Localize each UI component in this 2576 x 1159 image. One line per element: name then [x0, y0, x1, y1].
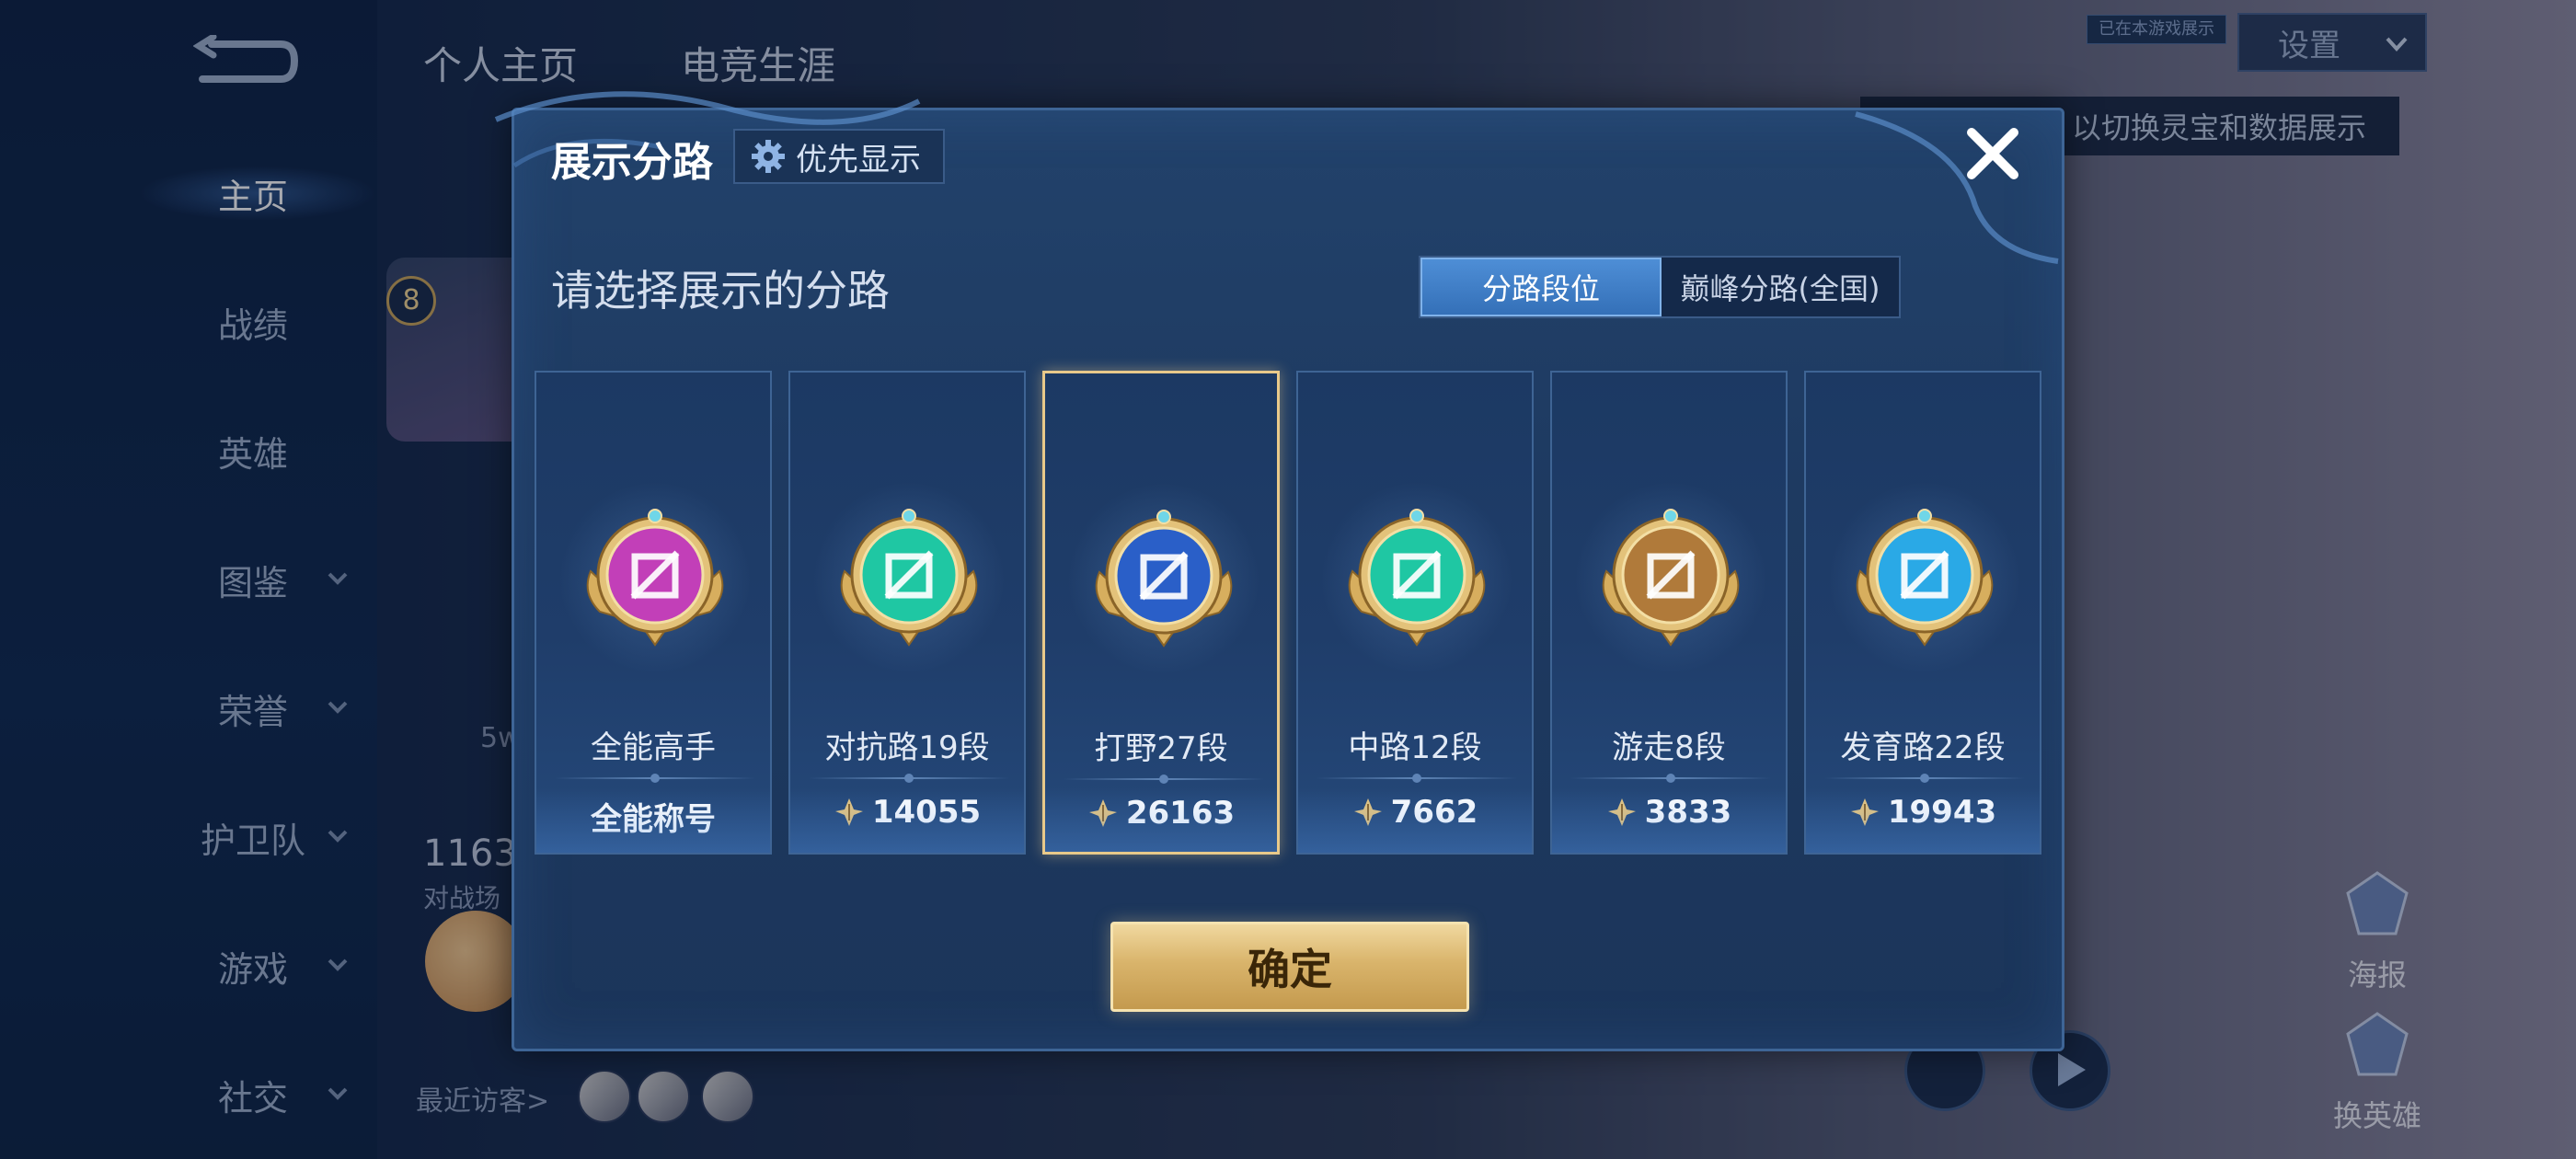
- divider-dot: [650, 774, 660, 783]
- divider-dot: [1412, 774, 1421, 783]
- divider-dot: [1666, 774, 1675, 783]
- tab-lane-rank[interactable]: 分路段位: [1420, 258, 1662, 316]
- card-bottom-glow: [1806, 788, 2040, 853]
- close-icon[interactable]: [1961, 121, 2025, 186]
- clash-lane-emblem-icon: [840, 509, 978, 647]
- farm-lane-emblem-icon: [1856, 509, 1994, 647]
- card-bottom-glow: [790, 788, 1024, 853]
- lane-display-dialog: 展示分路 优先显示 请选择展示的分路 分路段位 巅峰分路(全国) 全能高手全能称…: [494, 91, 2064, 1051]
- all-round-emblem-icon: [586, 509, 724, 647]
- lane-card-title: 全能高手: [591, 729, 716, 766]
- lane-card[interactable]: 中路12段7662: [1296, 371, 1534, 855]
- priority-display-label: 优先显示: [796, 141, 921, 178]
- tab-peak-lane[interactable]: 巅峰分路(全国): [1662, 258, 1899, 316]
- lane-card[interactable]: 发育路22段19943: [1804, 371, 2041, 855]
- lane-card[interactable]: 全能高手全能称号: [535, 371, 772, 855]
- divider-dot: [1159, 775, 1168, 784]
- lane-card-list: 全能高手全能称号对抗路19段14055打野27段26163中路12段7662游走…: [535, 371, 2043, 856]
- card-bottom-glow: [1552, 788, 1786, 853]
- card-bottom-glow: [536, 788, 770, 853]
- lane-tabs: 分路段位 巅峰分路(全国): [1419, 256, 1901, 318]
- lane-card[interactable]: 对抗路19段14055: [788, 371, 1026, 855]
- roam-emblem-icon: [1602, 509, 1740, 647]
- lane-card-title: 对抗路19段: [824, 729, 990, 766]
- card-bottom-glow: [1298, 788, 1532, 853]
- lane-card-title: 发育路22段: [1840, 729, 2006, 766]
- jungle-emblem-icon: [1095, 510, 1233, 648]
- lane-card[interactable]: 打野27段26163: [1042, 371, 1280, 855]
- lane-card-title: 游走8段: [1612, 729, 1726, 766]
- priority-display-button[interactable]: 优先显示: [733, 129, 945, 184]
- mid-lane-emblem-icon: [1348, 509, 1486, 647]
- dialog-subtitle: 请选择展示的分路: [551, 266, 890, 316]
- decorative-swirl: [1855, 111, 2059, 264]
- lane-card-title: 打野27段: [1094, 730, 1228, 767]
- card-bottom-glow: [1045, 787, 1277, 852]
- gear-icon: [752, 140, 785, 173]
- confirm-button[interactable]: 确定: [1110, 922, 1469, 1012]
- divider-dot: [904, 774, 914, 783]
- lane-card-title: 中路12段: [1348, 729, 1482, 766]
- lane-card[interactable]: 游走8段3833: [1550, 371, 1788, 855]
- dialog-title: 展示分路: [551, 139, 713, 186]
- divider-dot: [1920, 774, 1929, 783]
